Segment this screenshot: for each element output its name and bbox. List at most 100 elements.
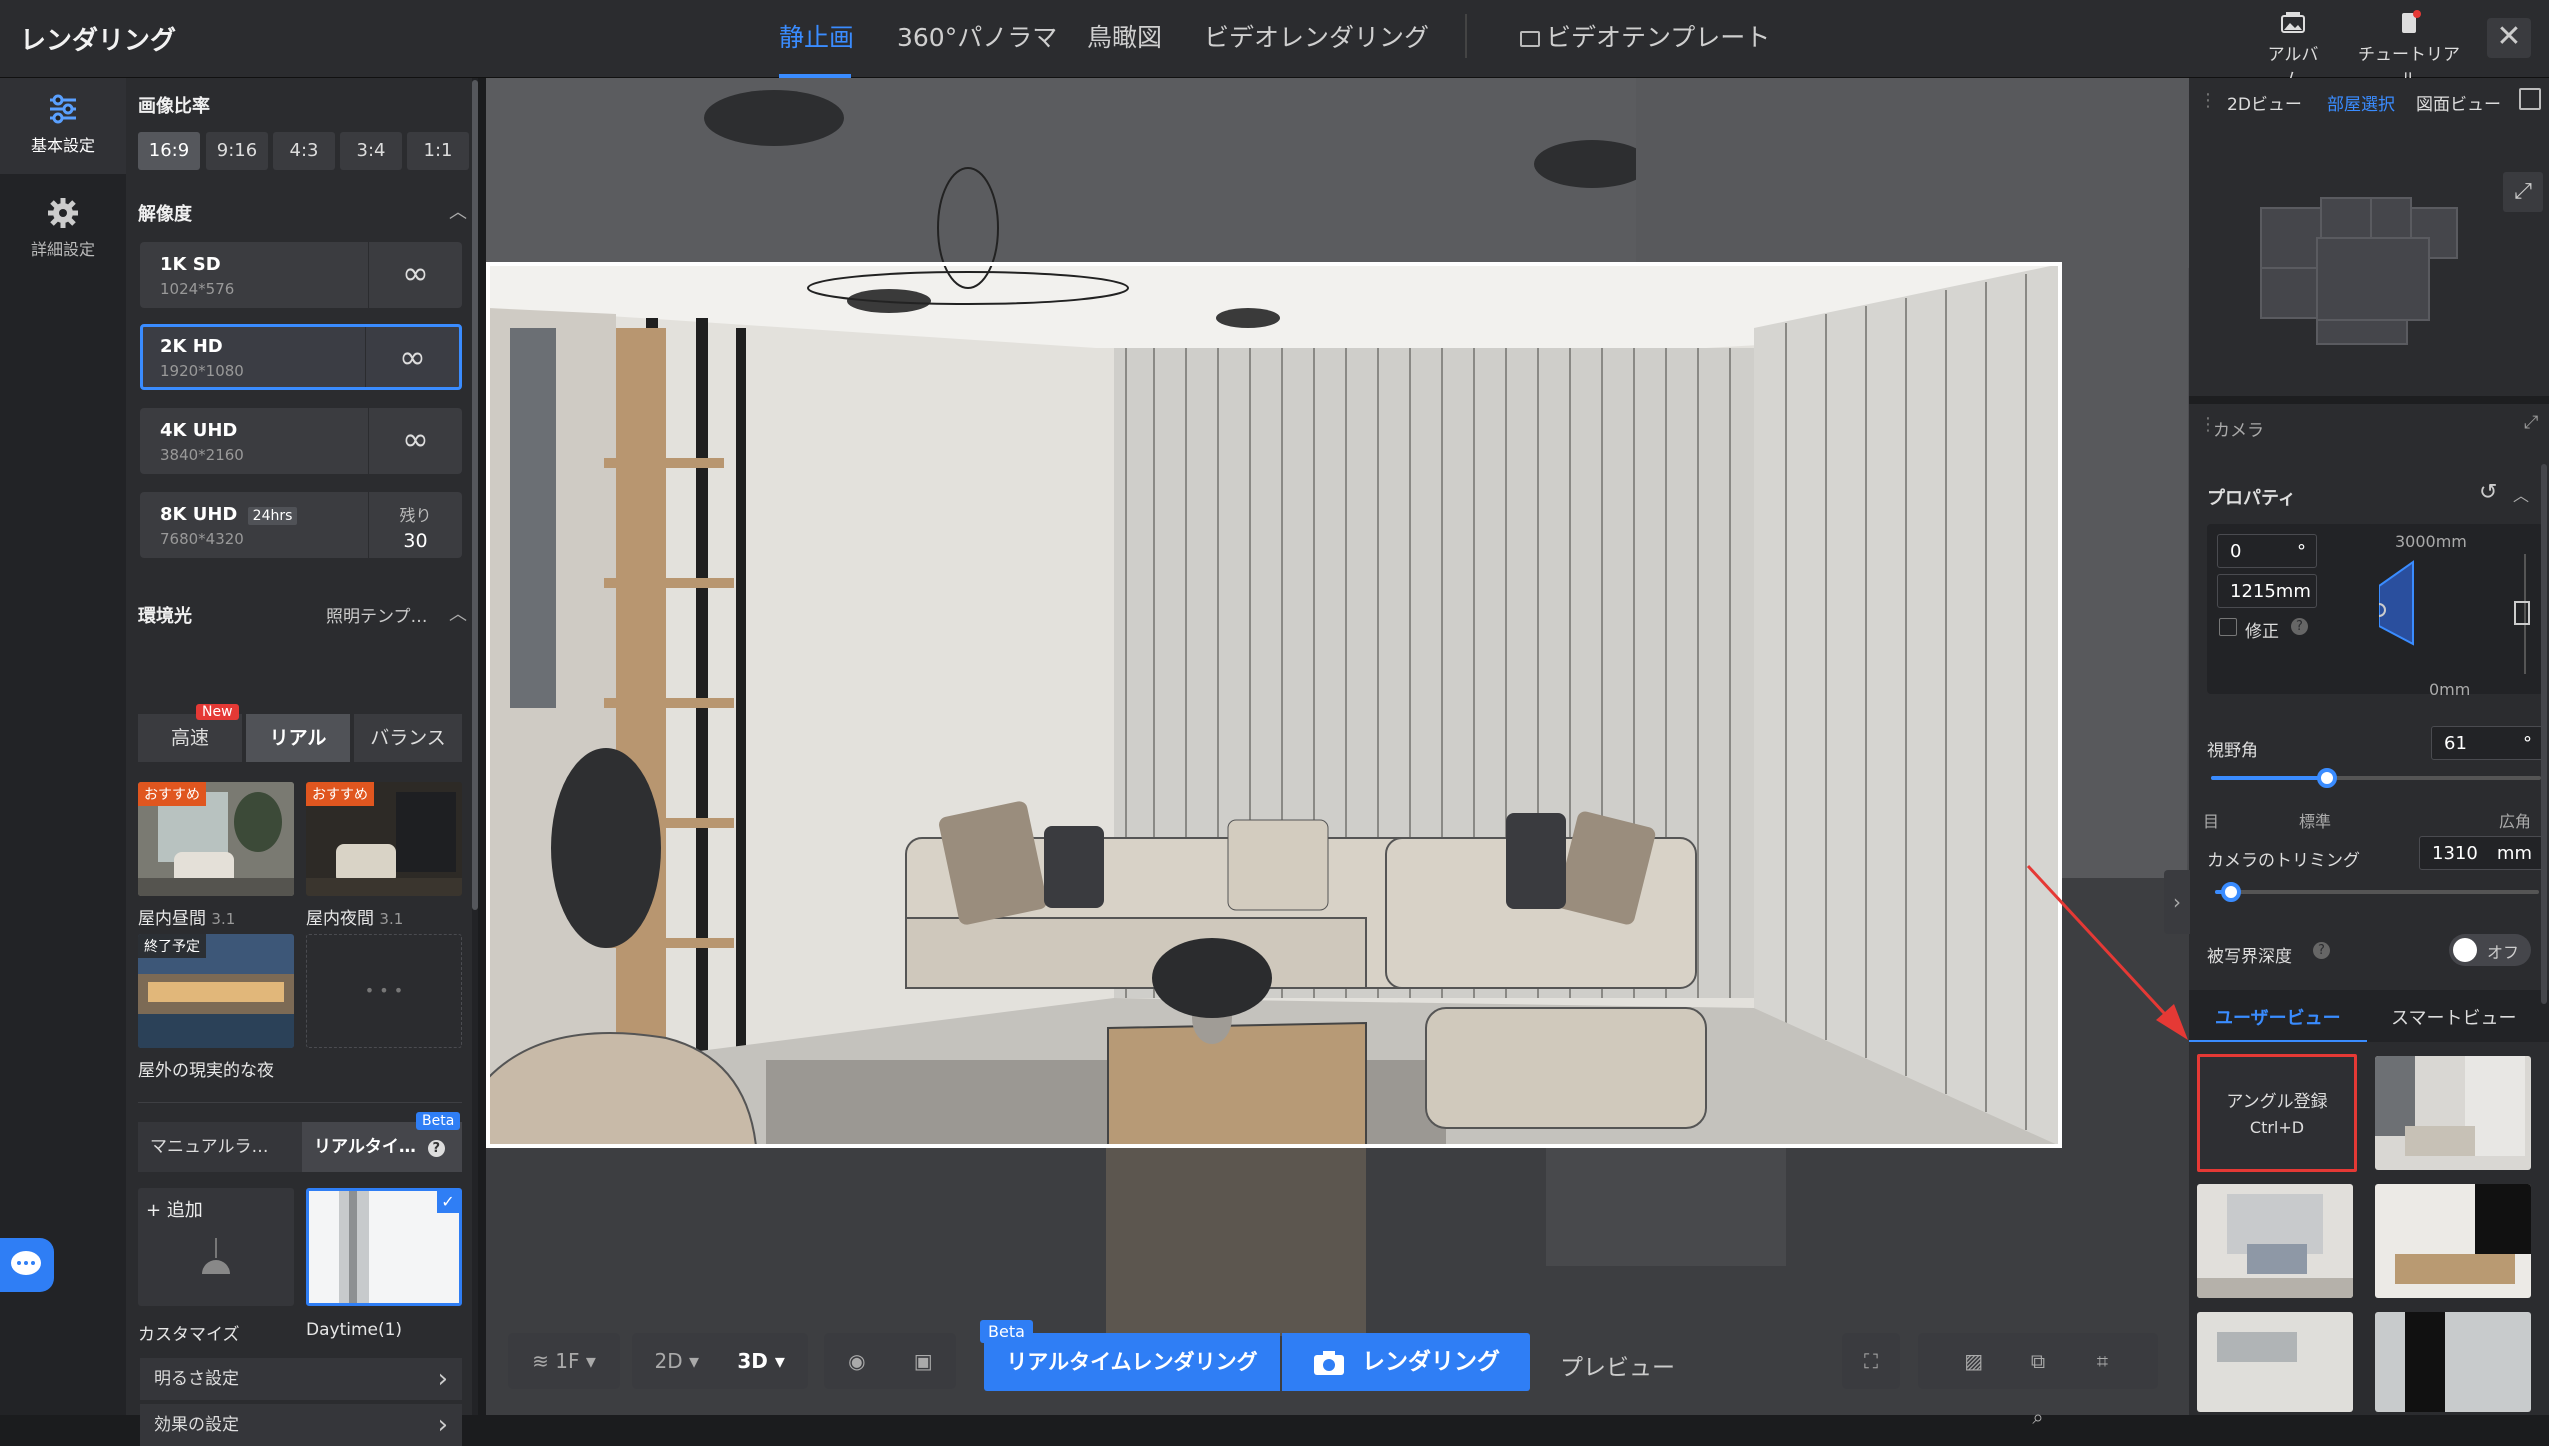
zoom-search-icon[interactable]: ⌕ — [2009, 1389, 2067, 1445]
remaining-label: 残り — [399, 506, 432, 525]
view-3d-button[interactable]: 3D ▾ — [721, 1333, 801, 1389]
light-mode-real[interactable]: リアル — [246, 714, 350, 762]
tab-video-template[interactable]: ビデオテンプレート — [1520, 18, 1770, 54]
recommended-badge: おすすめ — [306, 782, 374, 806]
close-button[interactable]: ✕ — [2487, 18, 2531, 58]
correct-label: 修正 — [2245, 622, 2279, 642]
view-2d-button[interactable]: 2D ▾ — [639, 1333, 715, 1389]
popout-icon[interactable] — [2519, 88, 2541, 110]
3d-viewport[interactable] — [486, 78, 2189, 1415]
render-button[interactable]: レンダリング — [1282, 1333, 1530, 1391]
saved-angle-4[interactable] — [2197, 1312, 2353, 1412]
lighting-template-link[interactable]: 照明テンプ… — [326, 602, 428, 627]
res-name: 8K UHD 24hrs — [160, 504, 298, 525]
focus-icon[interactable]: ⌗ — [2073, 1333, 2131, 1389]
saved-angle-2[interactable] — [2197, 1184, 2353, 1298]
tab-birds-eye[interactable]: 鳥瞰図 — [1087, 18, 1162, 54]
chat-support-button[interactable] — [0, 1238, 54, 1292]
preset-name: 屋外の現実的な夜 — [138, 1061, 274, 1081]
eye-icon[interactable]: ◉ — [827, 1333, 887, 1389]
trim-slider-knob[interactable] — [2221, 882, 2242, 902]
camera-icon — [1314, 1350, 1344, 1375]
rail-basic-settings[interactable]: 基本設定 — [0, 78, 126, 174]
tab-360-panorama[interactable]: 360°パノラマ — [897, 18, 1057, 54]
brightness-settings-row[interactable]: 明るさ設定 › — [140, 1358, 462, 1400]
dof-toggle[interactable]: オフ — [2449, 934, 2531, 966]
ratio-4-3[interactable]: 4:3 — [273, 132, 335, 170]
resolution-8k[interactable]: 8K UHD 24hrs 7680*4320 残り 30 — [140, 492, 462, 558]
help-icon: ? — [427, 1140, 445, 1157]
image-album-icon — [2281, 12, 2305, 33]
daytime-light-card[interactable]: ✓ — [306, 1188, 462, 1306]
fov-label: 視野角 — [2207, 741, 2258, 761]
tab-user-view[interactable]: ユーザービュー — [2215, 1004, 2341, 1030]
expand-map-icon[interactable]: ⤢ — [2503, 172, 2543, 212]
help-icon[interactable]: ? — [2291, 618, 2308, 635]
tab-smart-view[interactable]: スマートビュー — [2391, 1004, 2516, 1030]
collapse-chevron-icon[interactable]: ︿ — [449, 198, 467, 224]
expand-icon[interactable]: ⤢ — [2524, 412, 2538, 433]
correct-checkbox[interactable] — [2219, 618, 2237, 636]
ratio-9-16[interactable]: 9:16 — [206, 132, 268, 170]
rail-advanced-settings[interactable]: 詳細設定 — [0, 186, 126, 276]
collapse-chevron-icon[interactable]: ︿ — [449, 600, 467, 626]
map-tab-room-select[interactable]: 部屋選択 — [2327, 90, 2395, 115]
infinity-icon: ∞ — [368, 408, 462, 474]
new-badge: New — [196, 704, 239, 720]
help-icon[interactable]: ? — [2313, 942, 2330, 959]
ratio-1-1[interactable]: 1:1 — [407, 132, 469, 170]
saved-angle-5[interactable] — [2375, 1312, 2531, 1412]
angle-thumbnail — [2375, 1056, 2531, 1170]
fov-slider-knob[interactable] — [2316, 768, 2337, 788]
cube-icon[interactable]: ▣ — [893, 1333, 953, 1389]
infinity-icon: ∞ — [368, 242, 462, 308]
collapse-panel-button[interactable]: › — [2164, 870, 2190, 934]
tab-still-image[interactable]: 静止画 — [779, 18, 854, 54]
top-bar: レンダリング 静止画 360°パノラマ 鳥瞰図 ビデオレンダリング ビデオテンプ… — [0, 0, 2549, 90]
preview-button[interactable]: プレビュー — [1560, 1348, 1675, 1382]
drag-handle-icon[interactable]: ⋮ — [2199, 90, 2217, 111]
resolution-2k[interactable]: 2K HD 1920*1080 ∞ — [140, 324, 462, 390]
tab-manual-lighting[interactable]: マニュアルラ… — [138, 1122, 302, 1172]
reset-icon[interactable]: ↺ — [2479, 480, 2497, 505]
res-size: 7680*4320 — [160, 530, 244, 548]
ratio-16-9[interactable]: 16:9 — [138, 132, 200, 170]
image-icon[interactable]: ▨ — [1945, 1333, 2003, 1389]
saved-angle-3[interactable] — [2375, 1184, 2531, 1298]
add-angle-button[interactable]: アングル登録 Ctrl+D — [2197, 1054, 2357, 1172]
height-input[interactable]: 1215mm — [2217, 574, 2317, 608]
scrollbar-thumb[interactable] — [2541, 464, 2547, 1004]
preset-indoor-day[interactable]: おすすめ — [138, 782, 294, 896]
res-size: 1920*1080 — [160, 362, 244, 380]
tab-video-rendering[interactable]: ビデオレンダリング — [1204, 18, 1429, 54]
light-mode-fast[interactable]: 高速 — [138, 714, 242, 762]
divider — [1465, 14, 1467, 58]
ratio-3-4[interactable]: 3:4 — [340, 132, 402, 170]
preset-indoor-night[interactable]: おすすめ — [306, 782, 462, 896]
resolution-1k[interactable]: 1K SD 1024*576 ∞ — [140, 242, 462, 308]
aspect-title: 画像比率 — [138, 96, 210, 117]
preset-more[interactable]: • • • — [306, 934, 462, 1048]
scrollbar-thumb[interactable] — [472, 80, 478, 910]
preset-outdoor-night[interactable]: 終了予定 — [138, 934, 294, 1048]
effect-settings-row[interactable]: 効果の設定 › — [140, 1404, 462, 1446]
trim-slider-track[interactable] — [2215, 890, 2539, 894]
view-mode-group: 2D ▾ 3D ▾ — [632, 1333, 808, 1389]
frame-select-button[interactable]: ⛶ — [1842, 1333, 1900, 1389]
trim-input[interactable]: 1310 mm — [2419, 836, 2543, 870]
floor-selector[interactable]: ≋ 1F ▾ — [508, 1333, 620, 1389]
saved-angle-1[interactable] — [2375, 1056, 2531, 1170]
add-angle-shortcut: Ctrl+D — [2249, 1118, 2305, 1137]
trim-unit: mm — [2496, 843, 2532, 864]
resolution-4k[interactable]: 4K UHD 3840*2160 ∞ — [140, 408, 462, 474]
angle-input[interactable]: 0 ° — [2217, 534, 2317, 568]
angle-unit: ° — [2297, 541, 2306, 562]
light-mode-balance[interactable]: バランス — [354, 714, 462, 762]
crop-icon[interactable]: ⧉ — [2009, 1333, 2067, 1389]
fov-input[interactable]: 61 ° — [2431, 726, 2543, 760]
map-tab-plan[interactable]: 図面ビュー — [2416, 90, 2501, 115]
add-light-button[interactable]: + 追加 — [138, 1188, 294, 1306]
res-name-text: 8K UHD — [160, 504, 238, 525]
collapse-chevron-icon[interactable]: ︿ — [2513, 482, 2529, 506]
map-tab-2d[interactable]: 2Dビュー — [2227, 90, 2302, 115]
